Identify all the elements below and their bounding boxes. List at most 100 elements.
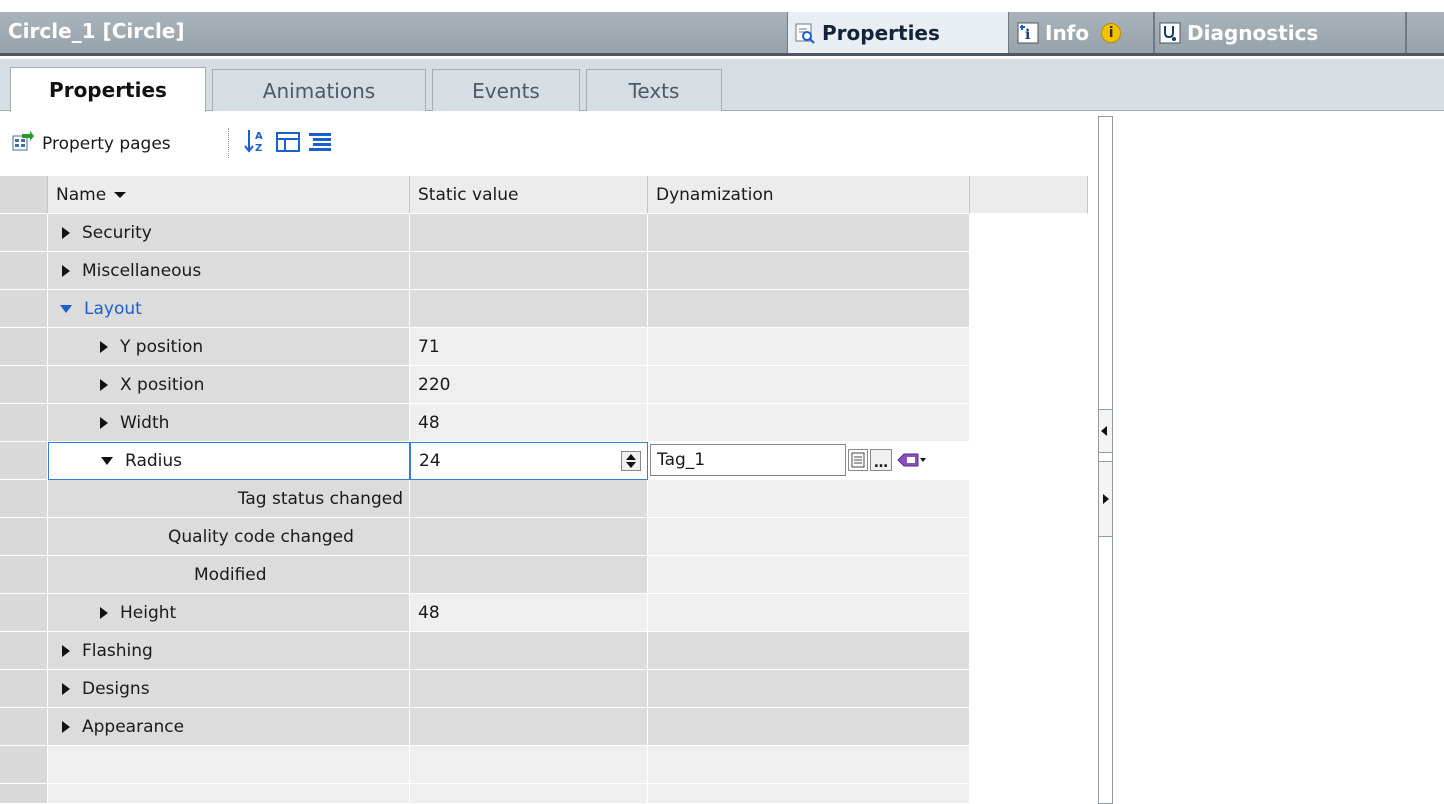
row-value[interactable]: 220	[410, 366, 648, 404]
table-row[interactable]: Width 48	[0, 404, 1088, 442]
tag-type-icon[interactable]	[896, 449, 926, 471]
row-selector[interactable]	[0, 556, 48, 594]
tab-properties-inspector[interactable]: Properties	[787, 12, 1009, 53]
collapse-left-handle[interactable]	[1098, 409, 1113, 453]
table-row[interactable]: Flashing	[0, 632, 1088, 670]
row-dyn	[648, 670, 970, 708]
row-selector[interactable]	[0, 480, 48, 518]
row-selector[interactable]	[0, 214, 48, 252]
table-row[interactable]: Height 48	[0, 594, 1088, 632]
row-selector[interactable]	[0, 708, 48, 746]
row-value-text: 48	[418, 412, 440, 433]
row-dyn[interactable]	[648, 404, 970, 442]
row-label: Designs	[82, 678, 150, 699]
expand-right-handle[interactable]	[1098, 461, 1113, 537]
table-row-selected[interactable]: Radius 24 Tag_1 …	[0, 442, 1088, 480]
row-name[interactable]: Layout	[48, 290, 410, 328]
subtab-texts[interactable]: Texts	[586, 69, 722, 111]
property-pages-button[interactable]: Property pages	[12, 130, 171, 157]
expand-arrow-icon[interactable]	[62, 720, 70, 733]
table-row[interactable]: Appearance	[0, 708, 1088, 746]
row-name[interactable]: Flashing	[48, 632, 410, 670]
tab-info[interactable]: i Info i	[1013, 12, 1153, 53]
expand-arrow-icon[interactable]	[62, 264, 70, 277]
row-name[interactable]: Height	[48, 594, 410, 632]
row-name[interactable]: Tag status changed	[48, 480, 410, 518]
header-static-value-label: Static value	[418, 184, 519, 205]
row-selector[interactable]	[0, 252, 48, 290]
row-name[interactable]: Width	[48, 404, 410, 442]
expand-arrow-icon[interactable]	[100, 606, 108, 619]
collapse-arrow-icon[interactable]	[60, 304, 72, 313]
row-selector[interactable]	[0, 404, 48, 442]
more-options-icon[interactable]: …	[870, 449, 892, 471]
row-filler	[970, 404, 1088, 442]
row-name[interactable]: Modified	[48, 556, 410, 594]
collapse-button[interactable]	[276, 132, 300, 157]
table-row[interactable]: Quality code changed	[0, 518, 1088, 556]
header-dynamization[interactable]: Dynamization	[648, 176, 970, 214]
subtab-events[interactable]: Events	[432, 69, 580, 111]
table-row[interactable]: Layout	[0, 290, 1088, 328]
row-selector[interactable]	[0, 632, 48, 670]
radius-value-field[interactable]: 24	[410, 442, 648, 480]
subtab-texts-label: Texts	[628, 78, 680, 103]
sort-az-button[interactable]: A Z	[244, 128, 266, 159]
subtab-animations[interactable]: Animations	[212, 69, 426, 111]
table-row[interactable]: Y position 71	[0, 328, 1088, 366]
expand-arrow-icon[interactable]	[100, 416, 108, 429]
row-value[interactable]: 71	[410, 328, 648, 366]
panel-splitter[interactable]	[1098, 116, 1113, 804]
row-selector[interactable]	[0, 290, 48, 328]
row-name[interactable]: Appearance	[48, 708, 410, 746]
expand-all-button[interactable]	[308, 132, 332, 157]
diagnostics-icon	[1159, 22, 1181, 44]
expand-arrow-icon[interactable]	[62, 682, 70, 695]
row-value[interactable]: 48	[410, 404, 648, 442]
row-name[interactable]: Miscellaneous	[48, 252, 410, 290]
row-name[interactable]: Security	[48, 214, 410, 252]
svg-text:Z: Z	[255, 143, 262, 154]
table-row[interactable]: Modified	[0, 556, 1088, 594]
row-name[interactable]: Radius	[48, 442, 410, 480]
table-row[interactable]: Designs	[0, 670, 1088, 708]
dynamization-cell[interactable]: Tag_1 …	[648, 442, 970, 480]
expand-arrow-icon[interactable]	[100, 378, 108, 391]
tab-diagnostics[interactable]: Diagnostics	[1153, 12, 1407, 53]
row-value-text: 48	[418, 602, 440, 623]
table-row[interactable]: X position 220	[0, 366, 1088, 404]
row-dyn[interactable]	[648, 480, 970, 518]
table-row[interactable]: Security	[0, 214, 1088, 252]
row-selector[interactable]	[0, 670, 48, 708]
row-dyn	[648, 708, 970, 746]
tag-input[interactable]: Tag_1	[650, 444, 846, 476]
svg-text:i: i	[1025, 27, 1030, 43]
expand-arrow-icon[interactable]	[62, 644, 70, 657]
row-dyn[interactable]	[648, 328, 970, 366]
header-name[interactable]: Name	[48, 176, 410, 214]
row-name[interactable]: Designs	[48, 670, 410, 708]
row-name[interactable]: X position	[48, 366, 410, 404]
header-static-value[interactable]: Static value	[410, 176, 648, 214]
expand-arrow-icon[interactable]	[62, 226, 70, 239]
subtab-properties[interactable]: Properties	[10, 67, 206, 112]
row-selector[interactable]	[0, 594, 48, 632]
row-value[interactable]: 48	[410, 594, 648, 632]
row-name[interactable]: Y position	[48, 328, 410, 366]
row-dyn[interactable]	[648, 366, 970, 404]
row-selector[interactable]	[0, 328, 48, 366]
row-dyn[interactable]	[648, 518, 970, 556]
tag-list-icon[interactable]	[848, 449, 868, 471]
row-selector[interactable]	[0, 518, 48, 556]
spinner-icon[interactable]	[621, 451, 641, 471]
row-dyn[interactable]	[648, 556, 970, 594]
table-row-empty	[0, 784, 1088, 804]
row-selector[interactable]	[0, 366, 48, 404]
row-name[interactable]: Quality code changed	[48, 518, 410, 556]
table-row[interactable]: Miscellaneous	[0, 252, 1088, 290]
expand-arrow-icon[interactable]	[100, 340, 108, 353]
collapse-arrow-icon[interactable]	[101, 457, 113, 465]
row-dyn[interactable]	[648, 594, 970, 632]
table-row[interactable]: Tag status changed	[0, 480, 1088, 518]
row-selector[interactable]	[0, 442, 48, 480]
